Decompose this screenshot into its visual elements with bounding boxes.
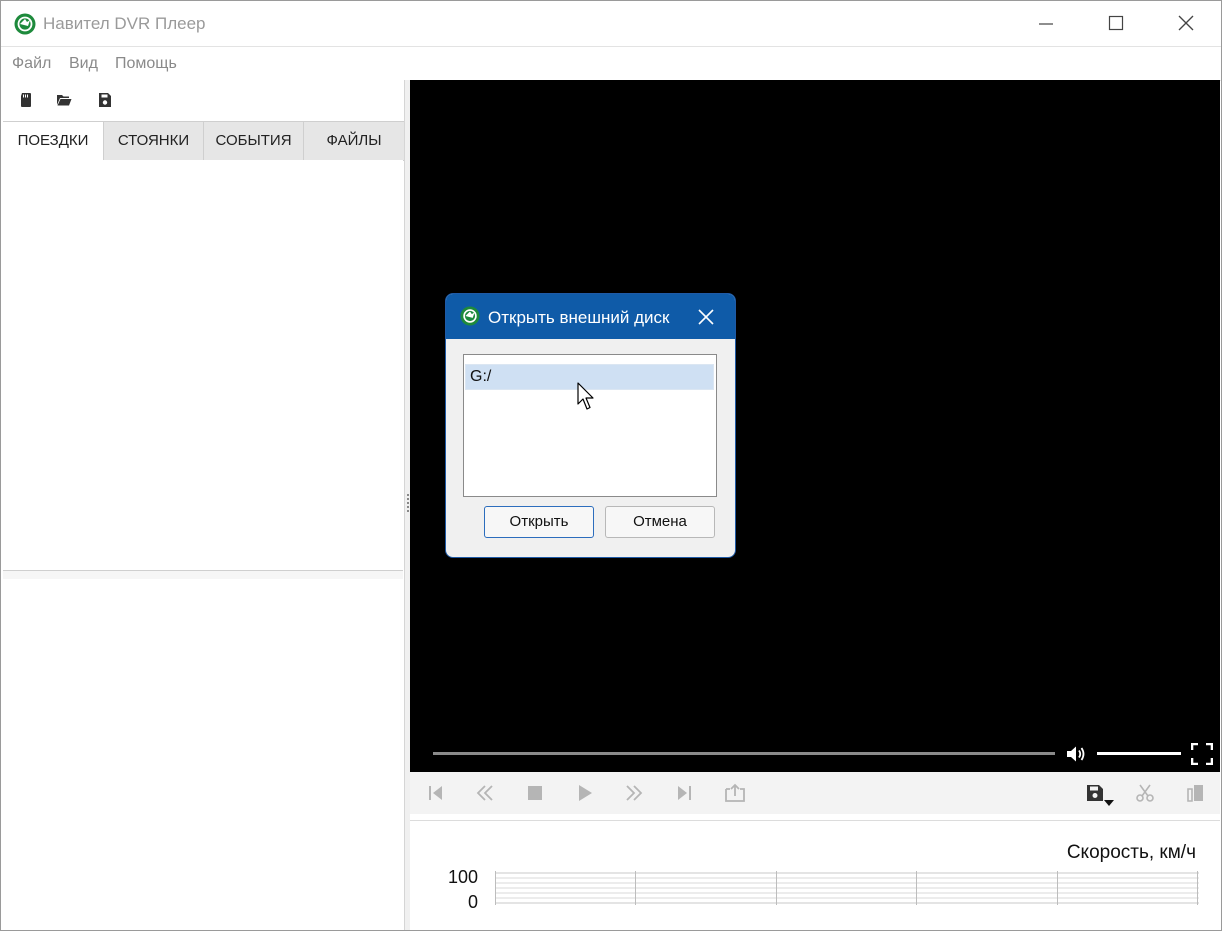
maximize-button[interactable] xyxy=(1081,1,1151,46)
open-disk-dialog: Открыть внешний диск G:/ Открыть Отмена xyxy=(445,293,736,558)
tab-events[interactable]: СОБЫТИЯ xyxy=(204,122,304,160)
minimize-button[interactable] xyxy=(1011,1,1081,46)
title-bar[interactable]: Навител DVR Плеер xyxy=(1,1,1221,46)
sd-card-icon[interactable] xyxy=(18,92,34,108)
fullscreen-icon[interactable] xyxy=(1191,743,1213,765)
left-pane: ПОЕЗДКИ СТОЯНКИ СОБЫТИЯ ФАЙЛЫ xyxy=(1,80,404,930)
trip-list-panel xyxy=(3,160,403,570)
tab-bar: ПОЕЗДКИ СТОЯНКИ СОБЫТИЯ ФАЙЛЫ xyxy=(3,121,404,161)
bottom-splitter[interactable] xyxy=(410,814,1220,828)
y-axis-min: 0 xyxy=(467,892,478,912)
copy-icon[interactable] xyxy=(1185,783,1205,803)
menu-view[interactable]: Вид xyxy=(69,55,98,73)
graph-title: Скорость, км/ч xyxy=(1066,842,1196,863)
seek-bar[interactable] xyxy=(433,752,1055,755)
tab-parking[interactable]: СТОЯНКИ xyxy=(104,122,204,160)
play-icon[interactable] xyxy=(575,783,595,803)
export-icon[interactable] xyxy=(723,783,747,803)
mouse-pointer-icon xyxy=(577,382,594,410)
close-icon xyxy=(1178,15,1194,31)
speed-plot-area xyxy=(495,871,1199,905)
skip-start-icon[interactable] xyxy=(426,783,446,803)
volume-slider[interactable] xyxy=(1097,752,1181,755)
save-dropdown-icon[interactable] xyxy=(1086,783,1116,807)
playback-controls xyxy=(410,772,1220,815)
open-button[interactable]: Открыть xyxy=(484,506,594,538)
left-toolbar xyxy=(1,80,404,120)
navitel-logo-icon xyxy=(14,13,36,35)
disk-list[interactable]: G:/ xyxy=(463,354,717,497)
menu-bar: Файл Вид Помощь xyxy=(1,46,1221,81)
close-icon[interactable] xyxy=(696,307,716,327)
fast-forward-icon[interactable] xyxy=(624,783,644,803)
skip-end-icon[interactable] xyxy=(674,783,694,803)
stop-icon[interactable] xyxy=(525,783,545,803)
splitter-grip-icon xyxy=(194,573,214,586)
tab-trips[interactable]: ПОЕЗДКИ xyxy=(3,122,104,160)
bottom-grip-icon xyxy=(805,815,825,828)
vertical-grip-icon xyxy=(407,494,409,514)
dialog-title: Открыть внешний диск xyxy=(488,308,670,327)
rewind-icon[interactable] xyxy=(475,783,495,803)
map-panel xyxy=(3,579,403,930)
folder-open-icon[interactable] xyxy=(56,92,72,108)
cancel-button[interactable]: Отмена xyxy=(605,506,715,538)
tab-files[interactable]: ФАЙЛЫ xyxy=(304,122,404,160)
scissors-icon[interactable] xyxy=(1135,783,1155,803)
menu-help[interactable]: Помощь xyxy=(115,55,177,73)
window-title: Навител DVR Плеер xyxy=(43,14,206,33)
volume-icon[interactable] xyxy=(1066,745,1086,763)
y-axis-max: 100 xyxy=(447,867,478,887)
dialog-title-bar[interactable]: Открыть внешний диск xyxy=(446,294,735,339)
minimize-icon xyxy=(1039,23,1053,25)
menu-file[interactable]: Файл xyxy=(12,55,51,73)
navitel-logo-icon xyxy=(460,306,480,326)
save-file-icon[interactable] xyxy=(97,92,113,108)
maximize-icon xyxy=(1108,15,1124,31)
close-window-button[interactable] xyxy=(1151,1,1221,46)
speed-graph: Скорость, км/ч 100 0 xyxy=(410,821,1220,930)
